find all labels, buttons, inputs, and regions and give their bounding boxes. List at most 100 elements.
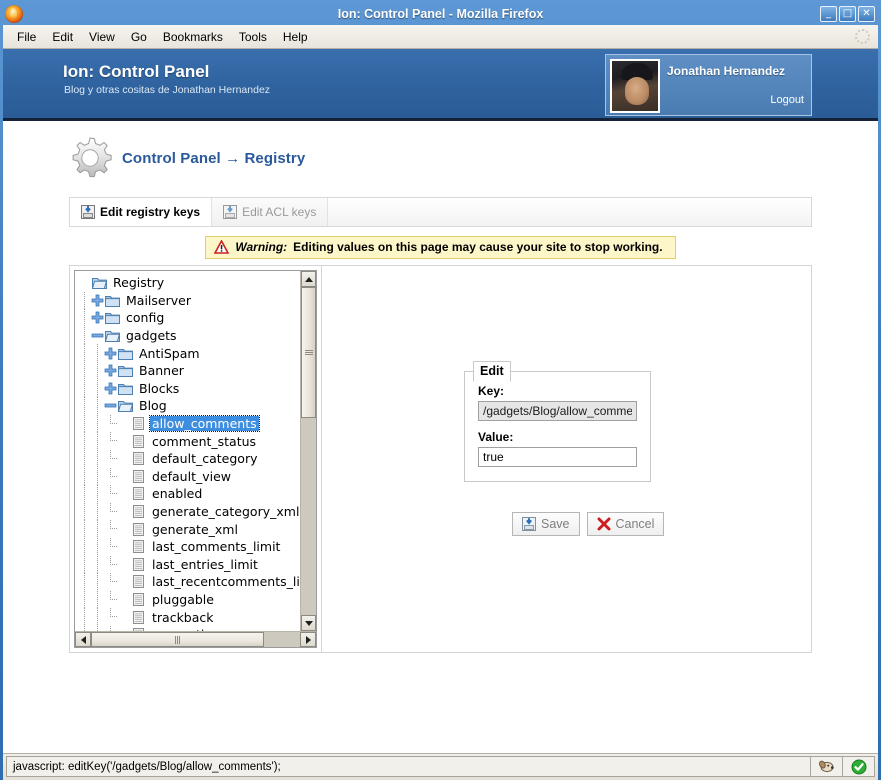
tree-guide bbox=[78, 449, 91, 468]
maximize-button[interactable]: □ bbox=[839, 6, 856, 22]
tree-guide bbox=[78, 590, 91, 609]
close-button[interactable]: ✕ bbox=[858, 6, 875, 22]
page-title: Control Panel → Registry bbox=[122, 149, 306, 167]
tree-node[interactable]: comment_status bbox=[78, 432, 300, 450]
tree-vertical-scrollbar[interactable] bbox=[300, 271, 316, 631]
tree-node[interactable]: Blocks bbox=[78, 379, 300, 398]
status-cell-dog[interactable] bbox=[811, 756, 843, 777]
tree-elbow bbox=[104, 555, 117, 574]
tree-node[interactable]: Blog bbox=[78, 397, 300, 415]
scroll-down-button[interactable] bbox=[301, 615, 316, 631]
tree-node[interactable]: Registry bbox=[78, 274, 300, 292]
tree-node-label: generate_category_xml bbox=[152, 504, 300, 520]
folder-open-icon bbox=[118, 401, 133, 413]
expand-icon[interactable] bbox=[104, 364, 117, 377]
menu-tools[interactable]: Tools bbox=[231, 28, 275, 46]
tree-node[interactable]: default_view bbox=[78, 467, 300, 486]
vscroll-thumb[interactable] bbox=[301, 287, 316, 419]
menu-edit[interactable]: Edit bbox=[44, 28, 81, 46]
tab-edit-acl-keys[interactable]: Edit ACL keys bbox=[212, 198, 329, 226]
menu-go[interactable]: Go bbox=[123, 28, 155, 46]
tree-node[interactable]: use_antispam bbox=[78, 625, 300, 631]
expand-icon[interactable] bbox=[104, 347, 117, 360]
tree-node[interactable]: gadgets bbox=[78, 326, 300, 345]
menubar: File Edit View Go Bookmarks Tools Help bbox=[3, 25, 878, 49]
throbber-icon bbox=[855, 29, 870, 44]
tree-node-label: last_entries_limit bbox=[152, 556, 258, 572]
collapse-icon[interactable] bbox=[91, 329, 104, 342]
tree-horizontal-scrollbar[interactable] bbox=[75, 631, 316, 647]
user-meta: Jonathan Hernandez Logout bbox=[660, 59, 807, 106]
minimize-button[interactable]: _ bbox=[820, 6, 837, 22]
tree-node-label: default_category bbox=[152, 451, 258, 467]
tree-elbow bbox=[104, 573, 117, 591]
menu-file[interactable]: File bbox=[9, 28, 44, 46]
tree-elbow bbox=[104, 608, 117, 626]
tree-node[interactable]: last_recentcomments_limit bbox=[78, 573, 300, 591]
tree-guide bbox=[78, 291, 91, 310]
acl-key-icon bbox=[223, 205, 238, 219]
key-input[interactable] bbox=[478, 401, 637, 421]
registry-tree[interactable]: Registry Mailserver config gadgets AntiSpam B… bbox=[75, 271, 300, 631]
tree-guide bbox=[91, 449, 104, 468]
folder-icon bbox=[118, 383, 133, 395]
tree-node-label: Registry bbox=[113, 275, 165, 291]
tree-node[interactable]: AntiSpam bbox=[78, 344, 300, 362]
tab-edit-registry-keys[interactable]: Edit registry keys bbox=[70, 198, 213, 226]
hscroll-track[interactable] bbox=[91, 632, 300, 647]
tree-node[interactable]: allow_comments bbox=[78, 414, 300, 433]
tree-node[interactable]: enabled bbox=[78, 485, 300, 503]
file-icon bbox=[133, 522, 144, 536]
tree-node[interactable]: default_category bbox=[78, 449, 300, 468]
tree-guide bbox=[78, 344, 91, 362]
collapse-icon[interactable] bbox=[104, 399, 117, 412]
menu-bookmarks[interactable]: Bookmarks bbox=[155, 28, 231, 46]
tab-label: Edit registry keys bbox=[100, 205, 201, 219]
cancel-button[interactable]: Cancel bbox=[586, 512, 665, 536]
save-label: Save bbox=[541, 517, 570, 531]
site-header: Ion: Control Panel Blog y otras cositas … bbox=[3, 49, 878, 121]
expand-icon[interactable] bbox=[104, 382, 117, 395]
tree-node[interactable]: config bbox=[78, 309, 300, 327]
scroll-up-button[interactable] bbox=[301, 271, 316, 287]
tree-node-label: gadgets bbox=[126, 328, 177, 344]
status-cell-valid[interactable] bbox=[843, 756, 875, 777]
scroll-left-button[interactable] bbox=[75, 632, 91, 647]
tree-node[interactable]: Mailserver bbox=[78, 291, 300, 310]
hscroll-thumb[interactable] bbox=[91, 632, 265, 647]
tree-node-label: last_comments_limit bbox=[152, 539, 281, 555]
user-box: Jonathan Hernandez Logout bbox=[605, 54, 812, 116]
tree-node-label: last_recentcomments_limit bbox=[152, 574, 300, 590]
tree-node-label: config bbox=[126, 310, 165, 326]
tree-elbow bbox=[104, 467, 117, 486]
tree-node[interactable]: pluggable bbox=[78, 590, 300, 609]
expand-icon[interactable] bbox=[91, 311, 104, 324]
tree-node[interactable]: generate_xml bbox=[78, 520, 300, 538]
tree-node[interactable]: last_entries_limit bbox=[78, 555, 300, 574]
tree-node[interactable]: generate_category_xml bbox=[78, 502, 300, 521]
firefox-logo-icon bbox=[5, 5, 23, 23]
warning-prefix: Warning: bbox=[235, 240, 288, 254]
file-icon bbox=[133, 469, 144, 483]
logout-link[interactable]: Logout bbox=[667, 94, 807, 106]
tree-node[interactable]: last_comments_limit bbox=[78, 537, 300, 556]
menu-help[interactable]: Help bbox=[275, 28, 316, 46]
expand-icon[interactable] bbox=[91, 294, 104, 307]
registry-key-icon bbox=[81, 205, 95, 219]
value-input[interactable] bbox=[478, 447, 637, 467]
tree-guide bbox=[91, 555, 104, 574]
file-icon bbox=[133, 557, 144, 571]
vscroll-track[interactable] bbox=[301, 287, 316, 615]
tree-node[interactable]: Banner bbox=[78, 361, 300, 380]
edit-fieldset: Edit Key: Value: bbox=[464, 361, 651, 482]
tree-node-label: use_antispam bbox=[150, 627, 241, 631]
tree-node[interactable]: trackback bbox=[78, 608, 300, 626]
save-button[interactable]: Save bbox=[512, 512, 580, 536]
menu-view[interactable]: View bbox=[81, 28, 123, 46]
scroll-right-button[interactable] bbox=[300, 632, 316, 647]
file-icon bbox=[133, 505, 144, 519]
registry-tree-box: Registry Mailserver config gadgets AntiSpam B… bbox=[74, 270, 317, 648]
